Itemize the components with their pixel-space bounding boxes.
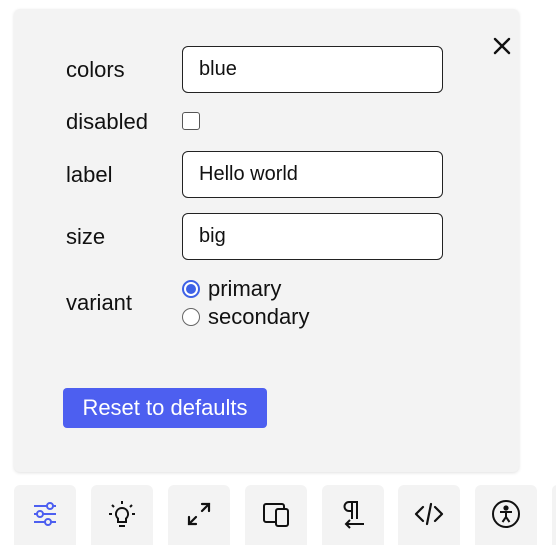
variant-option-primary[interactable]: primary xyxy=(182,276,281,302)
size-input[interactable] xyxy=(182,213,443,260)
sliders-icon xyxy=(34,502,56,526)
variant-label: variant xyxy=(66,290,133,315)
lightbulb-icon xyxy=(109,501,135,527)
close-button[interactable] xyxy=(490,34,514,58)
text-direction-icon xyxy=(343,501,364,529)
colors-label: colors xyxy=(66,57,125,82)
label-input[interactable] xyxy=(182,151,443,198)
toolbar-controls-button[interactable] xyxy=(14,485,76,545)
label-label: label xyxy=(66,162,113,187)
close-icon xyxy=(493,37,511,55)
colors-input[interactable] xyxy=(182,46,443,93)
radio-secondary-label: secondary xyxy=(208,304,310,329)
toolbar-accessibility-button[interactable] xyxy=(475,485,537,545)
toolbar-code-button[interactable] xyxy=(398,485,460,545)
disabled-label: disabled xyxy=(66,109,148,134)
disabled-checkbox[interactable] xyxy=(182,112,200,130)
toolbar-fullscreen-button[interactable] xyxy=(168,485,230,545)
toolbar-overflow-button[interactable] xyxy=(552,485,556,545)
devices-icon xyxy=(263,503,289,527)
code-icon xyxy=(414,502,444,526)
toolbar-direction-button[interactable] xyxy=(322,485,384,545)
variant-option-secondary[interactable]: secondary xyxy=(182,304,310,330)
reset-defaults-button[interactable]: Reset to defaults xyxy=(63,388,267,428)
expand-icon xyxy=(187,502,211,526)
radio-secondary[interactable] xyxy=(182,308,200,326)
radio-primary-label: primary xyxy=(208,276,282,301)
radio-primary[interactable] xyxy=(182,280,200,298)
accessibility-icon xyxy=(492,500,520,528)
toolbar-theme-button[interactable] xyxy=(91,485,153,545)
size-label: size xyxy=(66,224,106,249)
toolbar-viewport-button[interactable] xyxy=(245,485,307,545)
